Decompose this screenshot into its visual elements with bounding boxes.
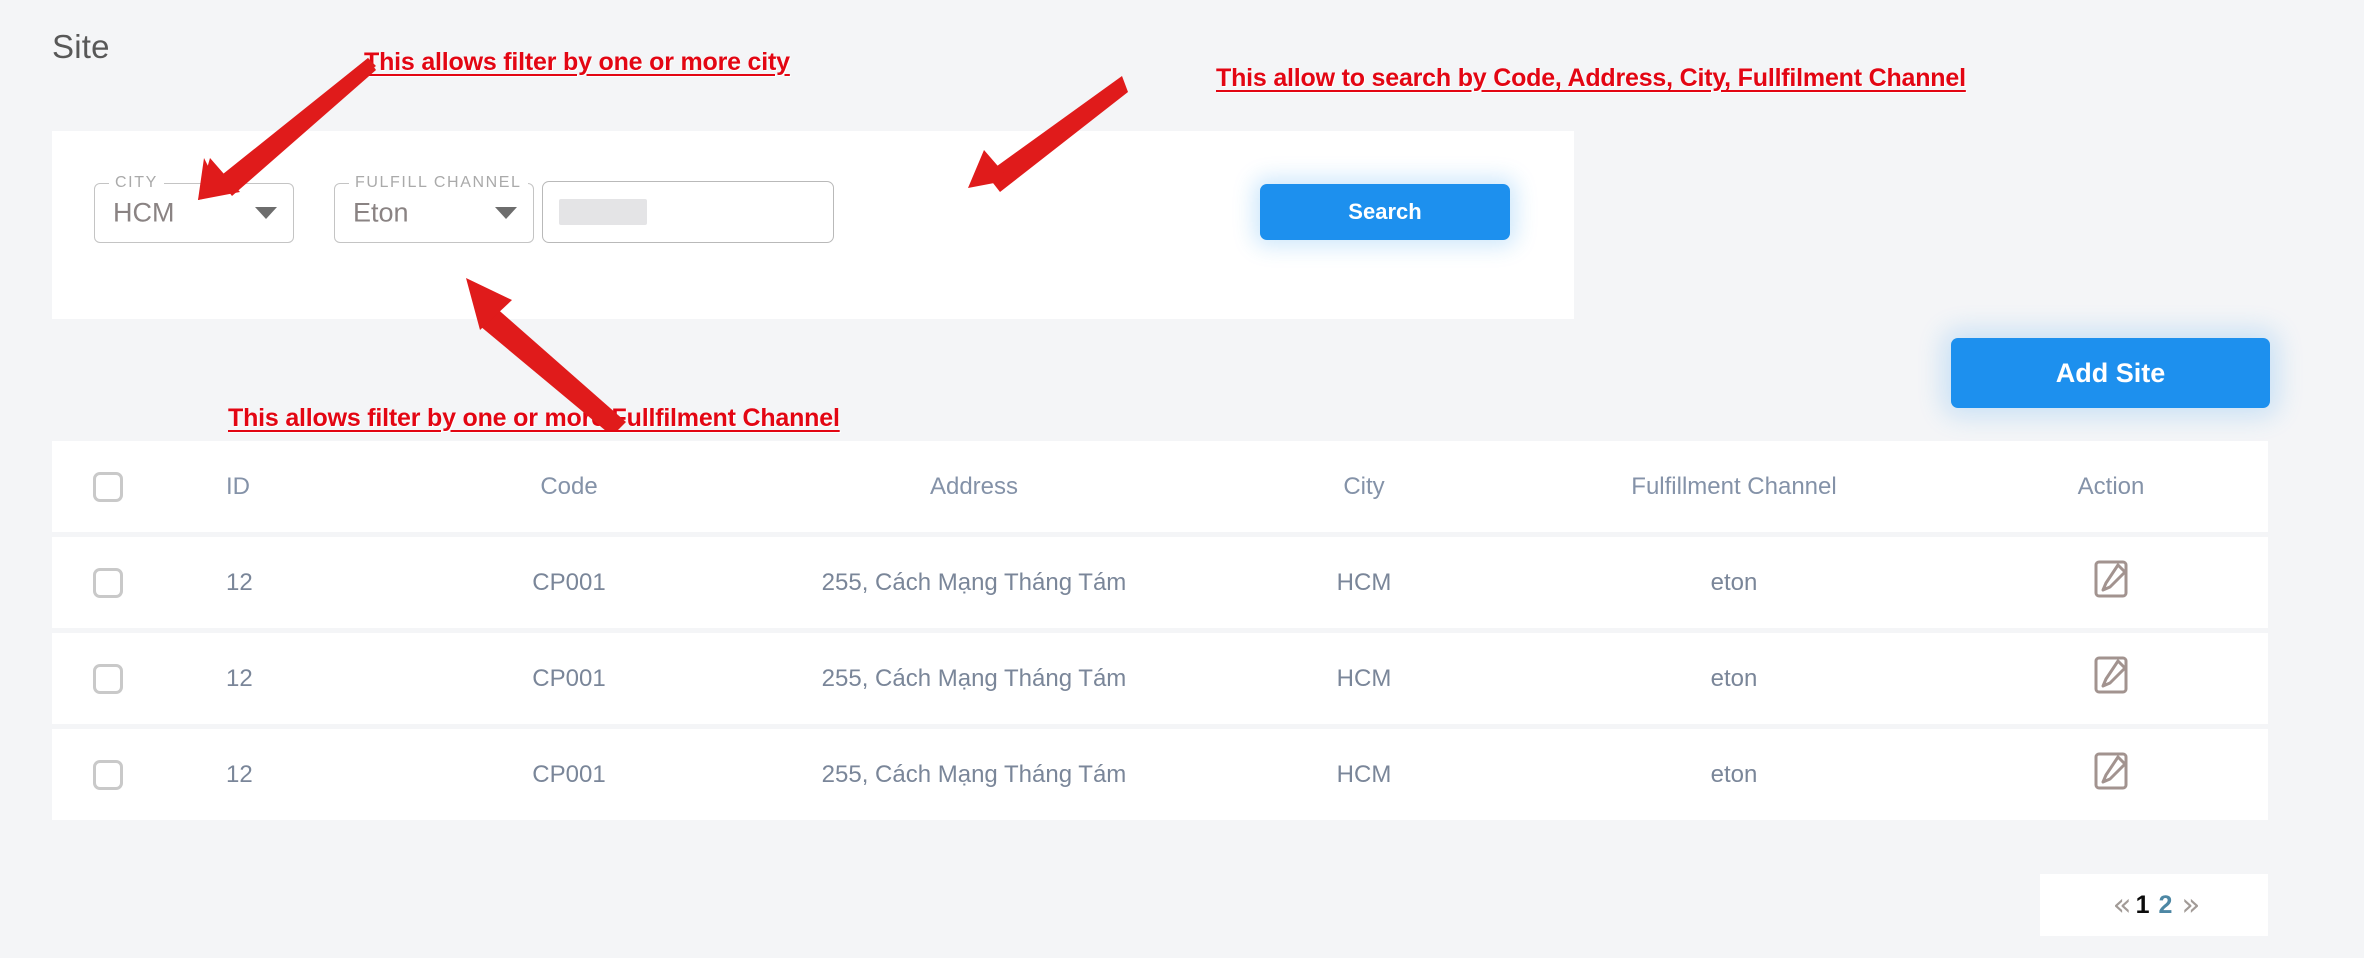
row-select-cell bbox=[52, 567, 164, 598]
cell-code: CP001 bbox=[532, 664, 606, 692]
cell-code: CP001 bbox=[532, 568, 606, 596]
table-row[interactable]: 12 CP001 255, Cách Mạng Tháng Tám HCM et… bbox=[52, 633, 2268, 724]
fulfill-channel-select[interactable]: FULFILL CHANNEL Eton bbox=[334, 173, 534, 243]
cell-id: 12 bbox=[226, 568, 253, 596]
column-header-channel: Fulfillment Channel bbox=[1631, 472, 1837, 500]
column-header-action: Action bbox=[2077, 472, 2145, 500]
city-select-value: HCM bbox=[113, 197, 175, 228]
cell-city: HCM bbox=[1336, 760, 1392, 788]
column-header-address: Address bbox=[929, 472, 1019, 500]
page-1-button[interactable]: 1 bbox=[2136, 891, 2150, 920]
annotation-search: This allow to search by Code, Address, C… bbox=[1216, 64, 1966, 92]
annotation-fulfill-channel: This allows filter by one or more Fullfi… bbox=[228, 404, 840, 432]
cell-id: 12 bbox=[226, 664, 253, 692]
city-select-label: CITY bbox=[109, 173, 164, 193]
search-input-placeholder bbox=[559, 199, 647, 225]
row-checkbox[interactable] bbox=[93, 663, 123, 694]
last-page-icon[interactable]: » bbox=[2181, 887, 2200, 923]
cell-address: 255, Cách Mạng Tháng Tám bbox=[821, 568, 1127, 596]
row-checkbox[interactable] bbox=[93, 567, 123, 598]
search-input[interactable] bbox=[542, 181, 834, 243]
cell-code: CP001 bbox=[532, 760, 606, 788]
table-row[interactable]: 12 CP001 255, Cách Mạng Tháng Tám HCM et… bbox=[52, 537, 2268, 628]
filter-panel: CITY HCM FULFILL CHANNEL Eton Search bbox=[52, 131, 1574, 319]
table-header-row: ID Code Address City Fulfillment Channel… bbox=[52, 441, 2268, 532]
cell-city: HCM bbox=[1336, 664, 1392, 692]
cell-action bbox=[1954, 752, 2268, 797]
column-header-code: Code bbox=[540, 472, 598, 500]
cell-channel: eton bbox=[1710, 664, 1758, 692]
cell-city: HCM bbox=[1336, 568, 1392, 596]
row-select-cell bbox=[52, 663, 164, 694]
site-table: ID Code Address City Fulfillment Channel… bbox=[52, 441, 2268, 820]
column-header-id: ID bbox=[226, 472, 250, 500]
pagination: « 1 2 » bbox=[2040, 874, 2268, 936]
search-button[interactable]: Search bbox=[1260, 184, 1510, 240]
edit-pencil-icon[interactable] bbox=[2094, 560, 2128, 598]
cell-address: 255, Cách Mạng Tháng Tám bbox=[821, 760, 1127, 788]
cell-id: 12 bbox=[226, 760, 253, 788]
edit-pencil-icon[interactable] bbox=[2094, 656, 2128, 694]
table-row[interactable]: 12 CP001 255, Cách Mạng Tháng Tám HCM et… bbox=[52, 729, 2268, 820]
fulfill-channel-select-label: FULFILL CHANNEL bbox=[349, 173, 528, 193]
city-select[interactable]: CITY HCM bbox=[94, 173, 294, 243]
first-page-icon[interactable]: « bbox=[2113, 887, 2132, 923]
row-select-cell bbox=[52, 759, 164, 790]
edit-pencil-icon[interactable] bbox=[2094, 752, 2128, 790]
annotation-city: This allows filter by one or more city bbox=[364, 48, 790, 76]
page-title: Site bbox=[52, 28, 110, 65]
row-checkbox[interactable] bbox=[93, 759, 123, 790]
cell-channel: eton bbox=[1710, 760, 1758, 788]
cell-channel: eton bbox=[1710, 568, 1758, 596]
chevron-down-icon bbox=[255, 207, 277, 219]
cell-address: 255, Cách Mạng Tháng Tám bbox=[821, 664, 1127, 692]
cell-action bbox=[1954, 656, 2268, 701]
select-all-cell bbox=[52, 471, 164, 502]
fulfill-channel-select-value: Eton bbox=[353, 197, 409, 228]
page-2-button[interactable]: 2 bbox=[2159, 891, 2173, 920]
add-site-button[interactable]: Add Site bbox=[1951, 338, 2270, 408]
cell-action bbox=[1954, 560, 2268, 605]
select-all-checkbox[interactable] bbox=[93, 471, 123, 502]
column-header-city: City bbox=[1343, 472, 1385, 500]
chevron-down-icon bbox=[495, 207, 517, 219]
